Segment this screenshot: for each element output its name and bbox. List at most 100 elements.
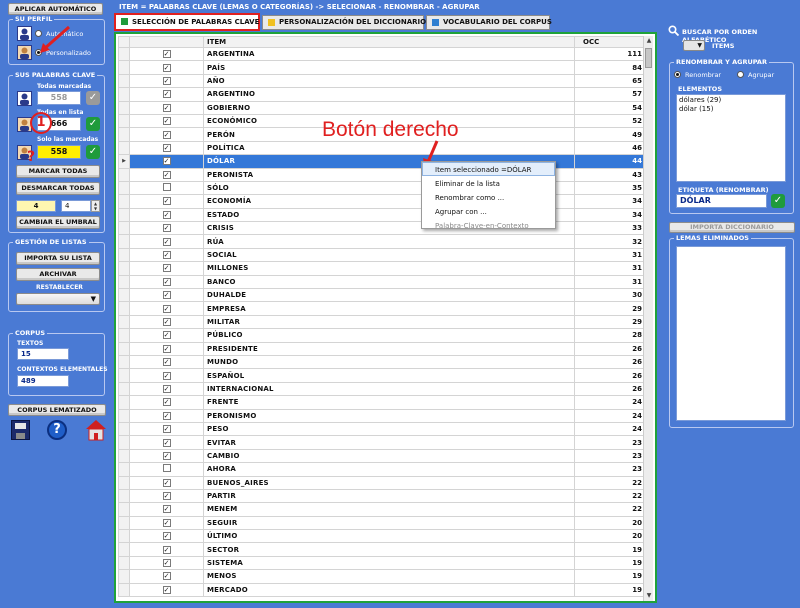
row-checkbox[interactable]: ✓ [162,478,171,487]
row-header[interactable] [118,368,130,383]
tag-confirm-check-icon[interactable]: ✓ [771,194,785,208]
occ-column-header[interactable]: OCC [574,36,646,48]
row-checkbox[interactable]: ✓ [162,411,171,420]
row-header[interactable] [118,328,130,343]
row-header[interactable] [118,261,130,276]
row-header[interactable]: ▶ [118,154,130,169]
all-marked-check-icon[interactable]: ✓ [86,91,100,105]
table-row[interactable]: ✓ MERCADO 19 [118,582,646,598]
row-checkbox[interactable] [162,183,171,192]
row-checkbox[interactable]: ✓ [162,251,171,260]
row-header[interactable] [118,180,130,196]
row-checkbox[interactable]: ✓ [162,277,171,286]
row-header[interactable] [118,46,130,62]
row-header[interactable] [118,167,130,182]
table-row[interactable]: ✓ ESPAÑOL 26 [118,368,646,383]
row-header[interactable] [118,354,130,370]
table-row[interactable]: ✓ PRESIDENTE 26 [118,341,646,356]
row-checkbox[interactable]: ✓ [162,117,171,126]
list-item[interactable]: dólares (29) [679,96,783,105]
row-header[interactable] [118,207,130,223]
row-checkbox[interactable]: ✓ [162,63,171,72]
row-checkbox[interactable]: ✓ [162,318,171,326]
table-row[interactable]: ✓ MILLONES 31 [118,261,646,276]
threshold-a-input[interactable]: 4 [16,200,56,212]
archive-button[interactable]: ARCHIVAR [16,268,100,281]
table-row[interactable]: ✓ INTERNACIONAL 26 [118,381,646,397]
row-checkbox[interactable]: ✓ [162,572,171,581]
table-row[interactable]: ✓ MUNDO 26 [118,354,646,370]
only-marked-check-icon[interactable]: ✓ [86,145,100,159]
menu-item-remove[interactable]: Eliminar de la lista [422,176,555,190]
table-row[interactable]: ✓ POLÍTICA 46 [118,140,646,156]
row-header[interactable] [118,140,130,156]
grid-scrollbar[interactable]: ▲ ▼ [643,36,653,601]
row-header[interactable] [118,529,130,544]
row-checkbox[interactable]: ✓ [162,545,171,554]
row-checkbox[interactable]: ✓ [162,331,171,340]
item-column-header[interactable]: ITEM [203,36,575,48]
menu-item-selected-item[interactable]: Item seleccionado =DÓLAR [422,162,555,176]
row-header[interactable] [118,435,130,450]
tab-vocabulary[interactable]: VOCABULARIO DEL CORPUS [426,15,552,30]
mark-all-button[interactable]: MARCAR TODAS [16,165,100,178]
list-item[interactable]: dólar (15) [679,105,783,114]
table-row[interactable]: ✓ SOCIAL 31 [118,247,646,263]
row-checkbox[interactable]: ✓ [162,532,171,541]
table-row[interactable]: ✓ PARTIR 22 [118,488,646,504]
row-checkbox[interactable]: ✓ [162,197,171,206]
row-checkbox[interactable]: ✓ [162,559,171,568]
row-checkbox[interactable]: ✓ [162,438,171,447]
home-icon[interactable] [85,419,107,441]
row-checkbox[interactable]: ✓ [162,344,171,353]
row-checkbox[interactable]: ✓ [162,90,171,99]
row-header[interactable] [118,448,130,464]
table-row[interactable]: ✓ ESTADO 34 [118,207,646,223]
row-checkbox[interactable]: ✓ [162,451,171,460]
row-header[interactable] [118,87,130,102]
unmark-all-button[interactable]: DESMARCAR TODAS [16,182,100,195]
table-row[interactable]: ✓ MENOS 19 [118,569,646,584]
row-header[interactable] [118,542,130,557]
table-row[interactable]: ✓ EMPRESA 29 [118,301,646,316]
table-row[interactable]: ✓ CRISIS 33 [118,221,646,236]
row-checkbox[interactable]: ✓ [162,505,171,514]
row-header[interactable] [118,73,130,89]
table-row[interactable]: ▶ ✓ DÓLAR 44 [118,154,646,169]
row-checkbox[interactable]: ✓ [162,143,171,152]
row-header[interactable] [118,301,130,316]
row-checkbox[interactable]: ✓ [162,304,171,313]
restore-select[interactable]: ▼ [16,293,100,305]
table-row[interactable]: ✓ AÑO 65 [118,73,646,89]
menu-item-group[interactable]: Agrupar con ... [422,204,555,218]
rename-radio[interactable] [674,71,681,78]
change-threshold-button[interactable]: CAMBIAR EL UMBRAL [16,216,100,229]
table-row[interactable]: ✓ PERONISMO 24 [118,408,646,423]
help-icon[interactable]: ? [47,420,67,440]
table-row[interactable]: ✓ PESO 24 [118,421,646,437]
row-header[interactable] [118,555,130,571]
tab-keyword-selection[interactable]: SELECCIÓN DE PALABRAS CLAVE [114,13,260,31]
threshold-b-input[interactable]: 4 [61,200,91,212]
table-row[interactable]: ✓ MILITAR 29 [118,314,646,330]
table-row[interactable]: ✓ BUENOS_AIRES 22 [118,475,646,490]
table-row[interactable]: ✓ EVITAR 23 [118,435,646,450]
tag-input[interactable]: DÓLAR [676,194,767,208]
row-header[interactable] [118,502,130,517]
row-checkbox[interactable]: ✓ [162,50,171,59]
row-header[interactable] [118,314,130,330]
row-header[interactable] [118,234,130,249]
table-row[interactable]: ✓ MENEM 22 [118,502,646,517]
row-header[interactable] [118,488,130,504]
row-checkbox[interactable]: ✓ [162,425,171,434]
row-checkbox[interactable]: ✓ [162,358,171,367]
scroll-down-icon[interactable]: ▼ [644,591,654,601]
table-row[interactable]: ✓ ARGENTINO 57 [118,87,646,102]
table-row[interactable]: ✓ CAMBIO 23 [118,448,646,464]
import-list-button[interactable]: IMPORTA SU LISTA [16,252,100,265]
elements-list[interactable]: dólares (29) dólar (15) [676,94,786,182]
row-header[interactable] [118,582,130,598]
row-header[interactable] [118,100,130,115]
group-radio[interactable] [737,71,744,78]
table-row[interactable]: AHORA 23 [118,462,646,477]
